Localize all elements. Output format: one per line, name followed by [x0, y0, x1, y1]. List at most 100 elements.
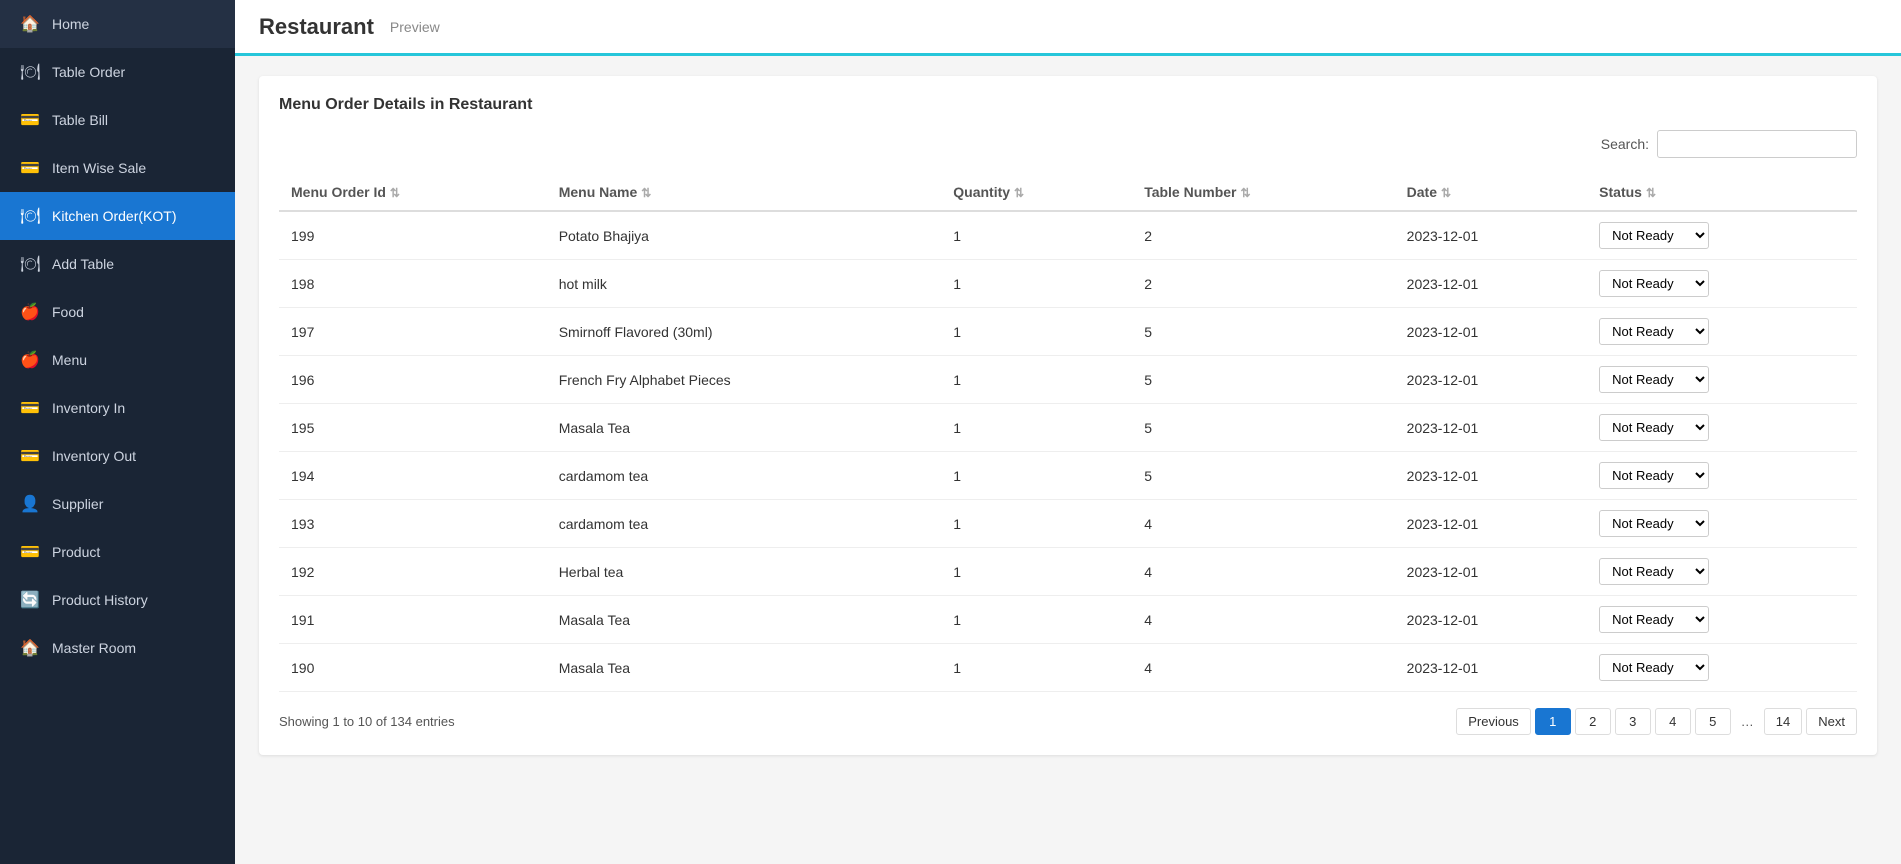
- cell-date: 2023-12-01: [1395, 644, 1588, 692]
- table-row: 194cardamom tea152023-12-01Not ReadyRead…: [279, 452, 1857, 500]
- cell-date: 2023-12-01: [1395, 596, 1588, 644]
- table-row: 190Masala Tea142023-12-01Not ReadyReadyS…: [279, 644, 1857, 692]
- cell-menu_name: Herbal tea: [547, 548, 942, 596]
- cell-date: 2023-12-01: [1395, 404, 1588, 452]
- cell-menu_order_id: 192: [279, 548, 547, 596]
- cell-date: 2023-12-01: [1395, 260, 1588, 308]
- status-dropdown[interactable]: Not ReadyReadyServed: [1599, 510, 1709, 537]
- table-row: 199Potato Bhajiya122023-12-01Not ReadyRe…: [279, 211, 1857, 260]
- cell-table_number: 4: [1132, 596, 1394, 644]
- main-content: Restaurant Preview Menu Order Details in…: [235, 0, 1901, 864]
- sidebar-label-menu: Menu: [52, 352, 87, 368]
- pagination-buttons: Previous12345…14Next: [1456, 708, 1857, 735]
- status-dropdown[interactable]: Not ReadyReadyServed: [1599, 462, 1709, 489]
- cell-date: 2023-12-01: [1395, 211, 1588, 260]
- sidebar-label-table-bill: Table Bill: [52, 112, 108, 128]
- col-header-menu_name[interactable]: Menu Name⇅: [547, 174, 942, 211]
- sort-icon-status: ⇅: [1646, 186, 1656, 200]
- pagination-next[interactable]: Next: [1806, 708, 1857, 735]
- cell-date: 2023-12-01: [1395, 308, 1588, 356]
- cell-status: Not ReadyReadyServed: [1587, 452, 1857, 500]
- pagination-page-2[interactable]: 2: [1575, 708, 1611, 735]
- cell-status: Not ReadyReadyServed: [1587, 500, 1857, 548]
- status-dropdown[interactable]: Not ReadyReadyServed: [1599, 366, 1709, 393]
- table-row: 191Masala Tea142023-12-01Not ReadyReadyS…: [279, 596, 1857, 644]
- cell-menu_order_id: 196: [279, 356, 547, 404]
- sidebar-item-product-history[interactable]: 🔄Product History: [0, 576, 235, 624]
- product-icon: 💳: [20, 542, 40, 562]
- col-header-quantity[interactable]: Quantity⇅: [941, 174, 1132, 211]
- col-header-table_number[interactable]: Table Number⇅: [1132, 174, 1394, 211]
- pagination-page-3[interactable]: 3: [1615, 708, 1651, 735]
- sidebar-item-inventory-out[interactable]: 💳Inventory Out: [0, 432, 235, 480]
- content-area: Menu Order Details in Restaurant Search:…: [235, 56, 1901, 864]
- sidebar-label-food: Food: [52, 304, 84, 320]
- cell-date: 2023-12-01: [1395, 452, 1588, 500]
- cell-status: Not ReadyReadyServed: [1587, 404, 1857, 452]
- col-header-menu_order_id[interactable]: Menu Order Id⇅: [279, 174, 547, 211]
- cell-menu_name: cardamom tea: [547, 452, 942, 500]
- cell-menu_order_id: 199: [279, 211, 547, 260]
- card-title: Menu Order Details in Restaurant: [279, 96, 1857, 114]
- cell-menu_name: French Fry Alphabet Pieces: [547, 356, 942, 404]
- search-input[interactable]: [1657, 130, 1857, 158]
- sidebar-item-kitchen-order-kot[interactable]: 🍽Kitchen Order(KOT): [0, 192, 235, 240]
- status-dropdown[interactable]: Not ReadyReadyServed: [1599, 270, 1709, 297]
- status-dropdown[interactable]: Not ReadyReadyServed: [1599, 558, 1709, 585]
- pagination-page-1[interactable]: 1: [1535, 708, 1571, 735]
- sort-icon-menu_name: ⇅: [641, 186, 651, 200]
- sidebar-item-supplier[interactable]: 👤Supplier: [0, 480, 235, 528]
- table-bill-icon: 💳: [20, 110, 40, 130]
- cell-quantity: 1: [941, 308, 1132, 356]
- pagination-info: Showing 1 to 10 of 134 entries: [279, 714, 455, 729]
- sidebar-item-table-order[interactable]: 🍽Table Order: [0, 48, 235, 96]
- cell-menu_order_id: 190: [279, 644, 547, 692]
- cell-table_number: 5: [1132, 404, 1394, 452]
- cell-table_number: 4: [1132, 500, 1394, 548]
- sidebar-item-inventory-in[interactable]: 💳Inventory In: [0, 384, 235, 432]
- table-row: 195Masala Tea152023-12-01Not ReadyReadyS…: [279, 404, 1857, 452]
- col-header-status[interactable]: Status⇅: [1587, 174, 1857, 211]
- cell-quantity: 1: [941, 548, 1132, 596]
- status-dropdown[interactable]: Not ReadyReadyServed: [1599, 318, 1709, 345]
- item-wise-sale-icon: 💳: [20, 158, 40, 178]
- cell-menu_order_id: 195: [279, 404, 547, 452]
- cell-quantity: 1: [941, 452, 1132, 500]
- pagination-page-4[interactable]: 4: [1655, 708, 1691, 735]
- status-dropdown[interactable]: Not ReadyReadyServed: [1599, 414, 1709, 441]
- table-order-icon: 🍽: [20, 62, 40, 82]
- sidebar-item-table-bill[interactable]: 💳 Table Bill: [0, 96, 235, 144]
- status-dropdown[interactable]: Not ReadyReadyServed: [1599, 606, 1709, 633]
- sidebar-label-home: Home: [52, 16, 89, 32]
- cell-status: Not ReadyReadyServed: [1587, 308, 1857, 356]
- cell-table_number: 4: [1132, 548, 1394, 596]
- orders-table: Menu Order Id⇅Menu Name⇅Quantity⇅Table N…: [279, 174, 1857, 692]
- status-dropdown[interactable]: Not ReadyReadyServed: [1599, 222, 1709, 249]
- sidebar-item-master-room[interactable]: 🏠Master Room: [0, 624, 235, 672]
- cell-date: 2023-12-01: [1395, 356, 1588, 404]
- sidebar-label-inventory-out: Inventory Out: [52, 448, 136, 464]
- pagination-page-14[interactable]: 14: [1764, 708, 1802, 735]
- cell-status: Not ReadyReadyServed: [1587, 596, 1857, 644]
- sidebar-item-home[interactable]: 🏠Home: [0, 0, 235, 48]
- sidebar-item-product[interactable]: 💳Product: [0, 528, 235, 576]
- sidebar-item-add-table[interactable]: 🍽Add Table: [0, 240, 235, 288]
- sidebar-item-item-wise-sale[interactable]: 💳Item Wise Sale: [0, 144, 235, 192]
- cell-date: 2023-12-01: [1395, 500, 1588, 548]
- cell-menu_name: Masala Tea: [547, 644, 942, 692]
- pagination-ellipsis: …: [1735, 709, 1760, 734]
- col-header-date[interactable]: Date⇅: [1395, 174, 1588, 211]
- product-history-icon: 🔄: [20, 590, 40, 610]
- sidebar-item-menu[interactable]: 🍎Menu: [0, 336, 235, 384]
- cell-status: Not ReadyReadyServed: [1587, 260, 1857, 308]
- status-dropdown[interactable]: Not ReadyReadyServed: [1599, 654, 1709, 681]
- cell-table_number: 4: [1132, 644, 1394, 692]
- cell-menu_name: Smirnoff Flavored (30ml): [547, 308, 942, 356]
- cell-menu_order_id: 197: [279, 308, 547, 356]
- sidebar-item-food[interactable]: 🍎Food: [0, 288, 235, 336]
- cell-status: Not ReadyReadyServed: [1587, 548, 1857, 596]
- pagination-previous[interactable]: Previous: [1456, 708, 1531, 735]
- sidebar-label-supplier: Supplier: [52, 496, 103, 512]
- pagination-page-5[interactable]: 5: [1695, 708, 1731, 735]
- sidebar-label-add-table: Add Table: [52, 256, 114, 272]
